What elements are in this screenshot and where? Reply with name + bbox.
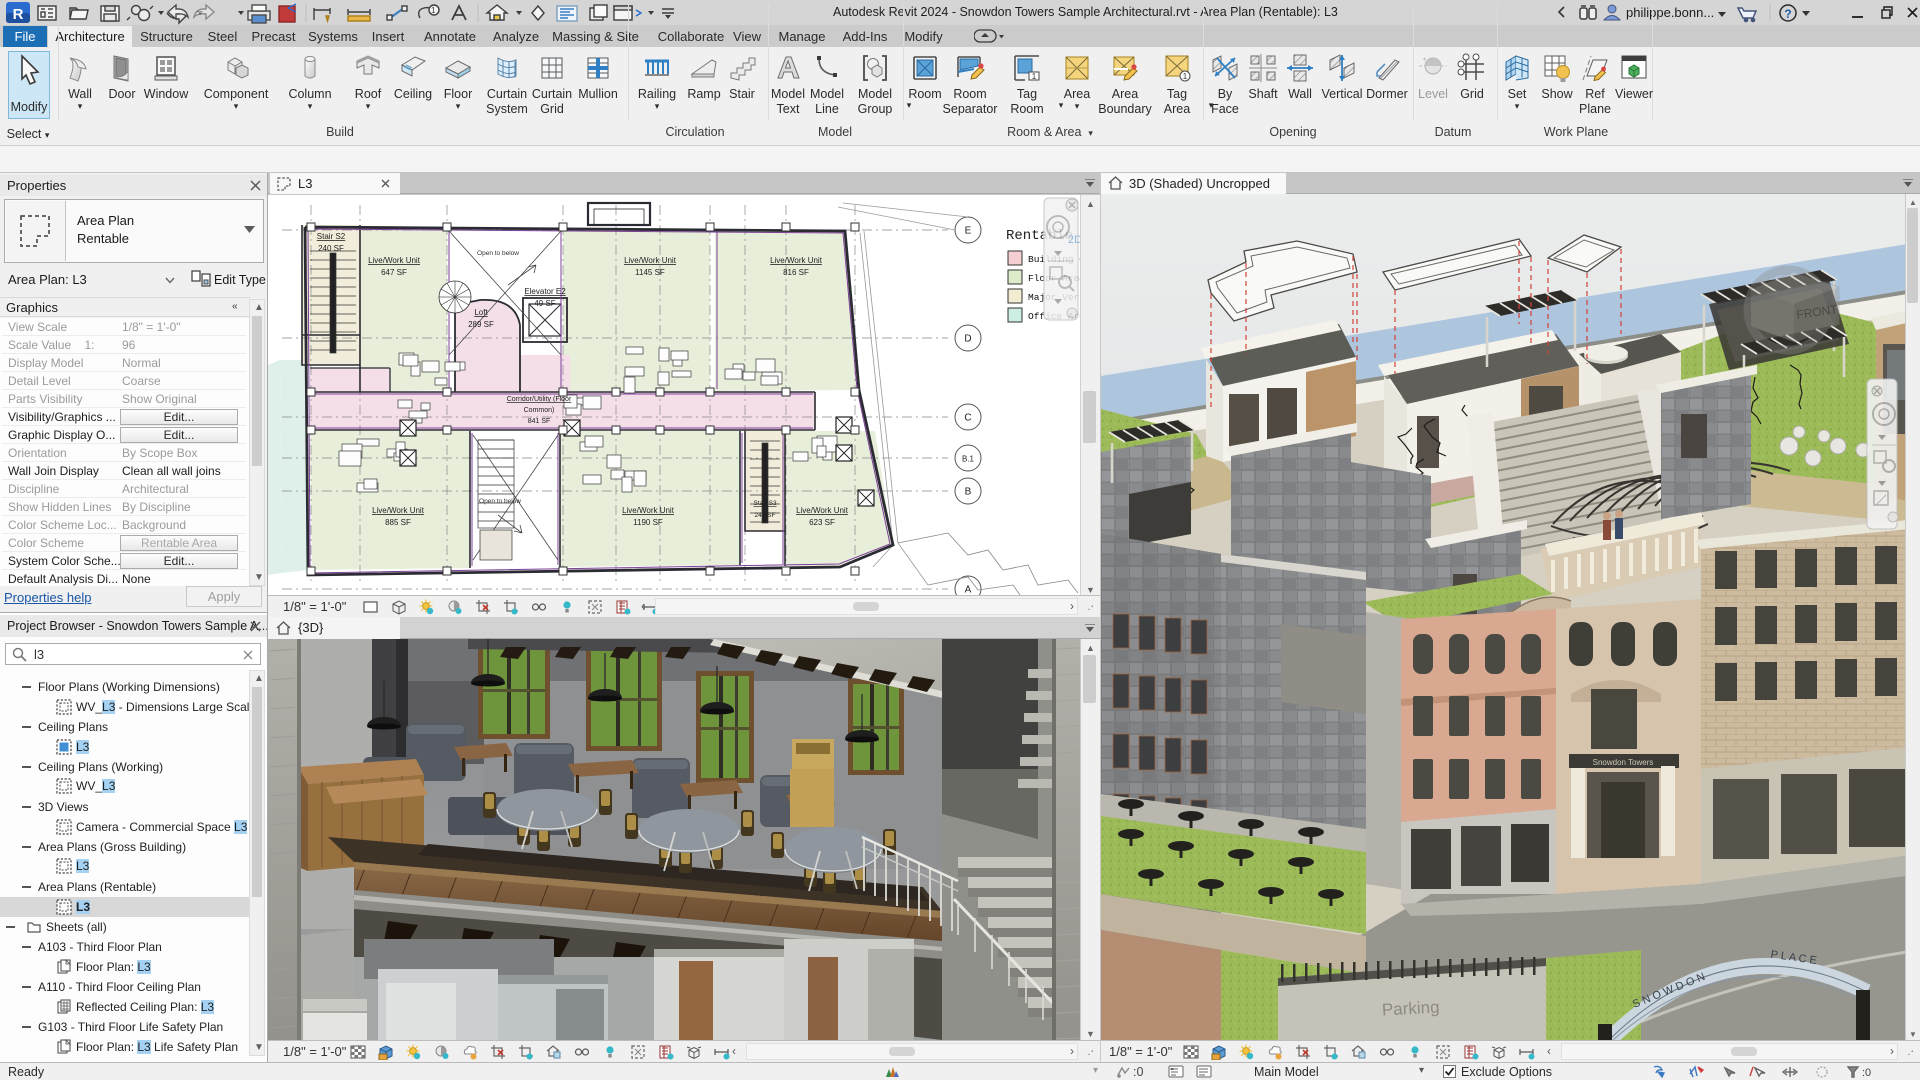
svg-text:B.1: B.1 [962,455,975,464]
svg-text:1145 SF: 1145 SF [635,268,665,277]
svg-text:816 SF: 816 SF [783,268,809,277]
svg-text:B: B [965,487,972,498]
svg-text:Live/Work Unit: Live/Work Unit [368,256,421,265]
svg-text:49 SF: 49 SF [534,299,555,308]
svg-text:Open to below: Open to below [479,498,521,505]
svg-text:▼: ▼ [1909,1030,1917,1039]
svg-text:▲: ▲ [1909,198,1917,207]
svg-text:C: C [964,413,971,424]
svg-text:Stair S2: Stair S2 [317,232,346,241]
svg-text:D: D [964,334,971,345]
svg-text:▲: ▲ [1086,643,1095,653]
svg-text:Parking: Parking [1381,998,1440,1020]
svg-text:841 SF: 841 SF [528,418,551,425]
svg-text:Elevator E2: Elevator E2 [524,287,566,296]
svg-text:Loft: Loft [474,308,488,317]
svg-text:289 SF: 289 SF [468,320,494,329]
svg-text:E: E [965,226,972,237]
svg-text:?: ? [1784,7,1791,21]
svg-text:885 SF: 885 SF [385,518,411,527]
svg-text::0: :0 [1862,1067,1871,1079]
svg-text:Corridor/Utility (Floor: Corridor/Utility (Floor [507,396,572,403]
svg-text:Live/Work Unit: Live/Work Unit [622,506,675,515]
svg-text:244 SF: 244 SF [755,512,776,519]
svg-text:▼: ▼ [1086,585,1095,595]
svg-text:Snowdon Towers: Snowdon Towers [1593,758,1654,767]
svg-text:Common): Common) [524,407,555,414]
svg-text:Open to below: Open to below [477,250,519,257]
svg-text:▲: ▲ [1086,199,1095,209]
svg-text:philippe.bonn...: philippe.bonn... [1626,5,1714,20]
svg-text:Live/Work Unit: Live/Work Unit [624,256,677,265]
svg-text:Live/Work Unit: Live/Work Unit [770,256,823,265]
svg-text:1190 SF: 1190 SF [633,518,663,527]
svg-text:647 SF: 647 SF [381,268,407,277]
svg-text:Stair S3: Stair S3 [753,500,777,507]
svg-text:▼: ▼ [1086,1029,1095,1039]
svg-text:240 SF: 240 SF [318,244,344,253]
svg-text:A: A [965,585,972,596]
svg-text:Live/Work Unit: Live/Work Unit [796,506,849,515]
svg-text:623 SF: 623 SF [809,518,835,527]
svg-text:R: R [13,6,24,23]
svg-text:Live/Work Unit: Live/Work Unit [372,506,425,515]
svg-text:1: 1 [431,6,436,15]
